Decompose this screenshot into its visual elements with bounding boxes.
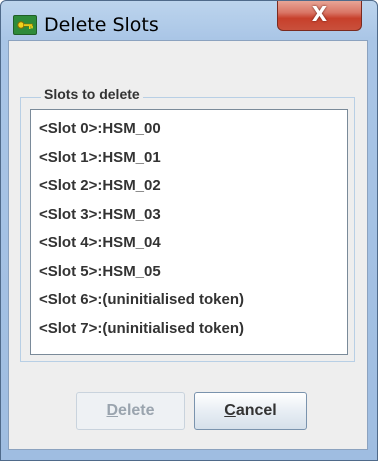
delete-button[interactable]: Delete <box>76 392 185 430</box>
slots-list[interactable]: <Slot 0>:HSM_00 <Slot 1>:HSM_01 <Slot 2>… <box>30 109 348 355</box>
close-icon: X <box>311 2 328 26</box>
list-item[interactable]: <Slot 0>:HSM_00 <box>39 120 161 137</box>
list-item[interactable]: <Slot 7>:(uninitialised token) <box>39 320 244 337</box>
slots-group-legend: Slots to delete <box>41 86 143 102</box>
list-item[interactable]: <Slot 6>:(uninitialised token) <box>39 291 244 308</box>
list-item[interactable]: <Slot 3>:HSM_03 <box>39 206 161 223</box>
window-title: Delete Slots <box>44 14 159 36</box>
cancel-button[interactable]: Cancel <box>194 392 307 430</box>
close-button[interactable]: X <box>277 1 362 31</box>
cancel-mnemonic: C <box>224 402 236 419</box>
delete-mnemonic: D <box>106 402 119 419</box>
delete-label: elete <box>118 402 155 419</box>
list-item[interactable]: <Slot 2>:HSM_02 <box>39 177 161 194</box>
key-icon <box>13 15 37 35</box>
list-item[interactable]: <Slot 4>:HSM_04 <box>39 234 161 251</box>
cancel-label: ancel <box>235 402 277 419</box>
list-item[interactable]: <Slot 1>:HSM_01 <box>39 149 161 166</box>
list-item[interactable]: <Slot 5>:HSM_05 <box>39 263 161 280</box>
